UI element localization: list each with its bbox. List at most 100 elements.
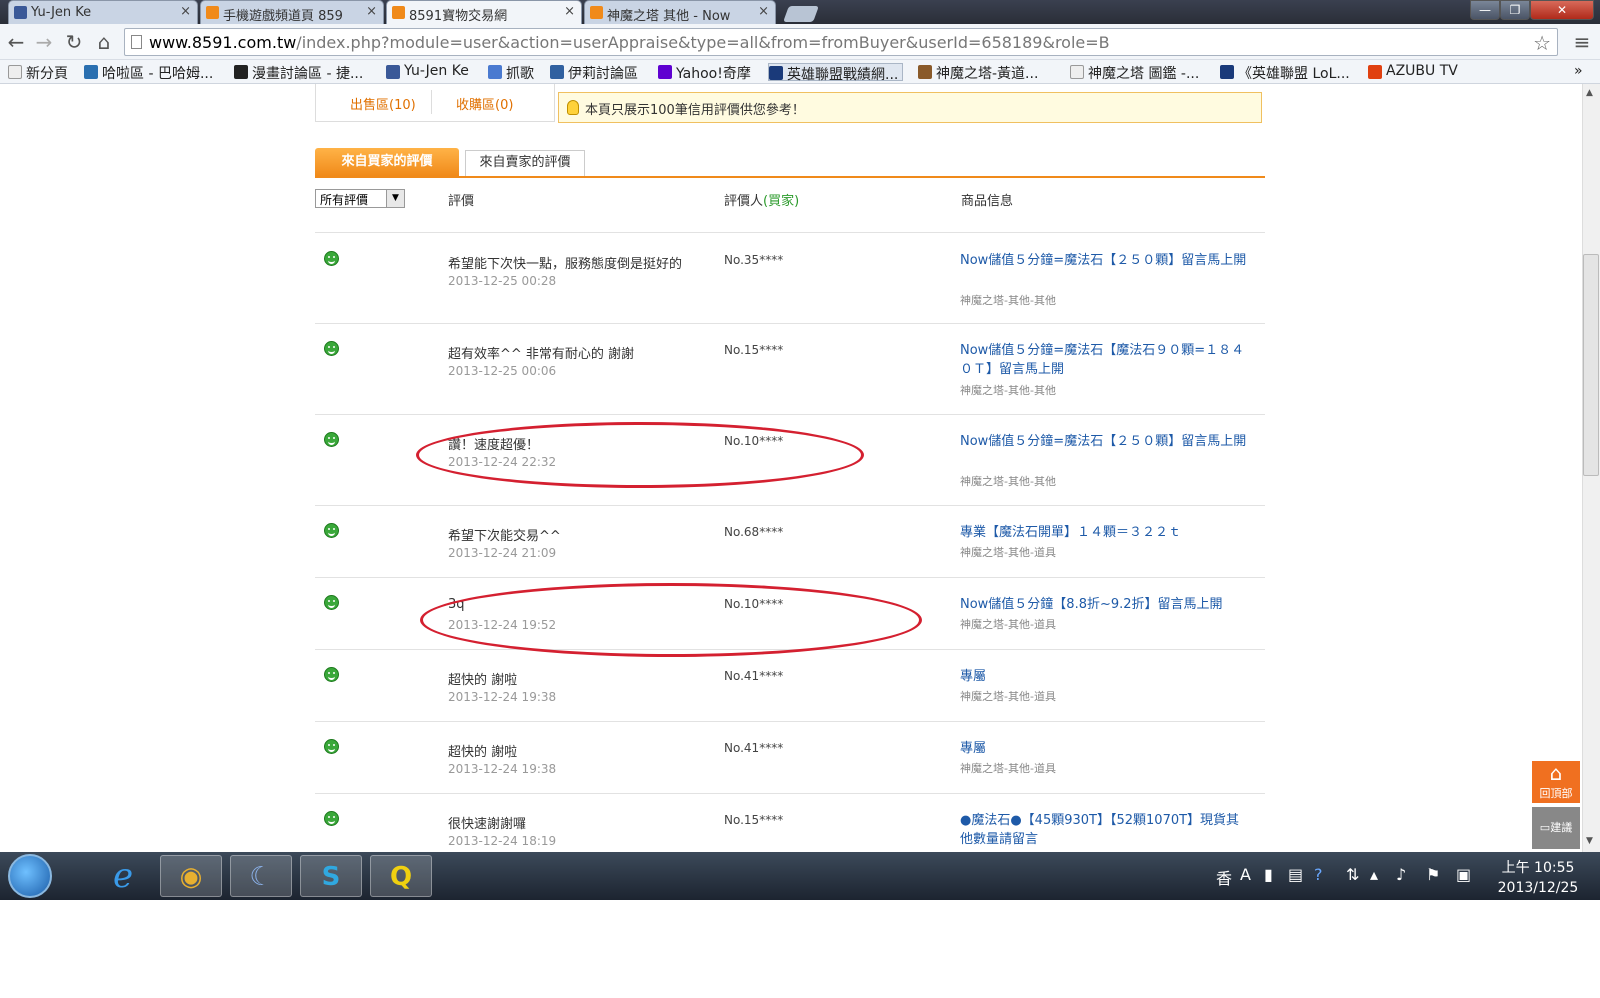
product-link[interactable]: Now儲值５分鐘=魔法石【魔法石９０顆=１８４０Ｔ】留言馬上開 — [960, 341, 1250, 379]
blank-area — [0, 900, 1600, 998]
chat-icon: ▭ — [1539, 821, 1551, 834]
help-icon[interactable]: ? — [1314, 865, 1323, 884]
close-icon[interactable]: × — [366, 4, 377, 19]
house-icon: ⌂ — [1549, 761, 1563, 785]
bookmark-item[interactable]: 英雄聯盟戰績網... — [768, 63, 904, 83]
scrollbar-thumb[interactable] — [1583, 254, 1599, 476]
minimize-button[interactable]: — — [1470, 0, 1500, 20]
home-icon[interactable]: ⌂ — [92, 30, 116, 54]
lightbulb-icon — [567, 100, 579, 115]
flag-icon[interactable]: ⚑ — [1426, 865, 1440, 884]
menu-icon[interactable]: ≡ — [1570, 30, 1594, 54]
address-bar[interactable]: www.8591.com.tw/index.php?module=user&ac… — [124, 28, 1558, 56]
azubu-icon — [1368, 65, 1382, 79]
product-link[interactable]: ●魔法石●【45顆930T】【52顆1070T】現貨其他數量請留言 — [960, 811, 1250, 849]
header-product: 商品信息 — [961, 194, 1014, 209]
facebook-icon — [14, 6, 27, 19]
tab-8591-active[interactable]: 8591寶物交易網 × — [386, 0, 582, 24]
lol-icon — [1220, 65, 1234, 79]
bookmark-item[interactable]: 哈啦區 - 巴哈姆... — [84, 63, 213, 82]
browser-toolbar: ← → ↻ ⌂ www.8591.com.tw/index.php?module… — [0, 24, 1600, 60]
8591-icon — [590, 6, 603, 19]
maximize-button[interactable]: ❐ — [1500, 0, 1530, 20]
positive-smile-icon — [324, 739, 339, 754]
tab-from-buyer[interactable]: 來自買家的評價 — [315, 148, 459, 176]
close-icon[interactable]: × — [564, 4, 575, 19]
divider — [431, 90, 432, 114]
facebook-icon — [386, 65, 400, 79]
forum-icon — [550, 65, 564, 79]
system-clock[interactable]: 上午 10:55 2013/12/25 — [1488, 858, 1588, 898]
page-icon — [131, 35, 142, 49]
browser-tab-bar: Yu-Jen Ke × 手機遊戲頻道頁 859 × 8591寶物交易網 × 神魔… — [0, 0, 1600, 24]
tray-expand-icon[interactable]: ⇅ — [1346, 865, 1359, 884]
font-icon[interactable]: A — [1240, 865, 1251, 884]
bookmarks-bar: 新分頁 哈啦區 - 巴哈姆... 漫畫討論區 - 捷... Yu-Jen Ke … — [0, 60, 1600, 84]
table-row: 超快的 謝啦 2013-12-24 19:38 No.41**** 專屬 神魔之… — [315, 650, 1265, 722]
positive-smile-icon — [324, 595, 339, 610]
scroll-down-icon[interactable]: ▼ — [1586, 836, 1593, 846]
bookmark-item[interactable]: AZUBU TV — [1368, 63, 1458, 81]
new-tab-button[interactable] — [783, 6, 819, 22]
rating-filter-select[interactable]: 所有評價 ▼ — [315, 189, 405, 208]
bookmark-star-icon[interactable]: ☆ — [1533, 31, 1551, 55]
start-button[interactable] — [8, 854, 52, 898]
bookmark-item[interactable]: 伊莉討論區 — [550, 63, 638, 82]
reload-icon[interactable]: ↻ — [62, 30, 86, 54]
close-icon[interactable]: × — [758, 4, 769, 19]
buy-zone-link[interactable]: 收購區(0) — [456, 94, 513, 113]
positive-smile-icon — [324, 432, 339, 447]
panel-icon[interactable]: ▮ — [1264, 865, 1273, 884]
bookmarks-overflow-icon[interactable]: » — [1574, 63, 1583, 81]
product-link[interactable]: 專屬 — [960, 667, 1250, 686]
table-row: 希望能下次快一點，服務態度倒是挺好的 2013-12-25 00:28 No.3… — [315, 233, 1265, 324]
tos-icon — [918, 65, 932, 79]
scroll-up-icon[interactable]: ▲ — [1586, 88, 1593, 98]
positive-smile-icon — [324, 341, 339, 356]
bookmark-item[interactable]: 漫畫討論區 - 捷... — [234, 63, 363, 82]
header-comment: 評價 — [448, 194, 475, 209]
bookmark-item[interactable]: 《英雄聯盟 LoL... — [1220, 63, 1350, 82]
product-link[interactable]: Now儲值５分鐘=魔法石【２５０顆】留言馬上開 — [960, 432, 1250, 451]
close-window-button[interactable]: ✕ — [1530, 0, 1594, 20]
tab-mobile-games[interactable]: 手機遊戲頻道頁 859 × — [200, 0, 384, 24]
sell-zone-link[interactable]: 出售區(10) — [350, 94, 416, 113]
close-icon[interactable]: × — [180, 4, 191, 19]
network-icon[interactable]: ▣ — [1456, 865, 1471, 884]
suggest-button[interactable]: ▭建議 — [1532, 807, 1580, 849]
volume-icon[interactable]: ♪ — [1396, 865, 1406, 884]
forward-arrow-icon[interactable]: → — [32, 30, 56, 54]
show-hidden-icon[interactable]: ▴ — [1370, 865, 1378, 884]
app-q-icon[interactable]: Q — [370, 855, 432, 897]
ime-icon[interactable]: 香 — [1216, 865, 1232, 889]
notice-banner: 本頁只展示100筆信用評價供您參考！ — [558, 92, 1262, 123]
8591-icon — [206, 6, 219, 19]
bookmark-item[interactable]: 神魔之塔 圖鑑 -... — [1070, 63, 1199, 82]
product-link[interactable]: 專業【魔法石開單】１４顆＝３２２ｔ — [960, 523, 1250, 542]
red-annotation-ellipse — [420, 583, 922, 657]
product-link[interactable]: 專屬 — [960, 739, 1250, 758]
product-link[interactable]: Now儲值５分鐘=魔法石【２５０顆】留言馬上開 — [960, 251, 1250, 270]
skype-icon[interactable]: S — [300, 855, 362, 897]
bookmark-item[interactable]: 抓歌 — [488, 63, 534, 82]
chrome-icon[interactable]: ◉ — [160, 855, 222, 897]
back-arrow-icon[interactable]: ← — [4, 30, 28, 54]
bookmark-item[interactable]: Yahoo!奇摩 — [658, 63, 751, 82]
positive-smile-icon — [324, 523, 339, 538]
product-link[interactable]: Now儲值５分鐘【8.8折~9.2折】留言馬上開 — [960, 595, 1250, 614]
bahamut-icon — [84, 65, 98, 79]
page-icon — [1070, 65, 1084, 79]
table-row: 希望下次能交易^^ 2013-12-24 21:09 No.68**** 專業【… — [315, 506, 1265, 578]
red-annotation-ellipse — [416, 422, 864, 488]
keyboard-icon[interactable]: ▤ — [1288, 865, 1303, 884]
bookmark-item[interactable]: 神魔之塔-黃道... — [918, 63, 1038, 82]
internet-explorer-icon[interactable]: e — [92, 855, 154, 897]
url-domain: www.8591.com.tw — [149, 33, 297, 52]
tab-tower-of-saviors[interactable]: 神魔之塔 其他 - Now × — [584, 0, 776, 24]
bookmark-item[interactable]: Yu-Jen Ke — [386, 63, 469, 81]
tab-yu-jen-ke[interactable]: Yu-Jen Ke × — [8, 0, 198, 24]
bookmark-item[interactable]: 新分頁 — [8, 63, 68, 82]
tab-from-seller[interactable]: 來自賣家的評價 — [465, 150, 585, 176]
back-to-top-button[interactable]: ⌂ 回頂部 — [1532, 761, 1580, 803]
moon-app-icon[interactable]: ☾ — [230, 855, 292, 897]
